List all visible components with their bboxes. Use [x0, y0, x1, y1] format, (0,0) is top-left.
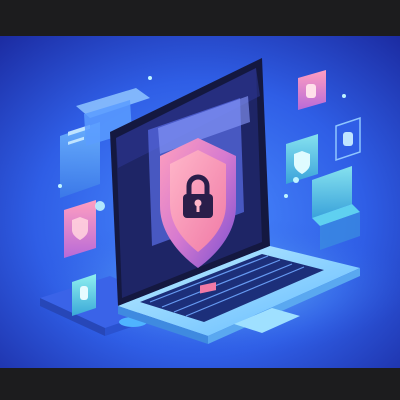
letterbox-top: [0, 0, 400, 36]
letterbox-bottom: [0, 368, 400, 400]
illustration-frame: [0, 0, 400, 400]
floating-shield-card-icon: [64, 200, 96, 258]
security-illustration: [0, 36, 400, 368]
floating-card-right-mid: [335, 116, 361, 162]
illustration-svg: [0, 36, 400, 368]
